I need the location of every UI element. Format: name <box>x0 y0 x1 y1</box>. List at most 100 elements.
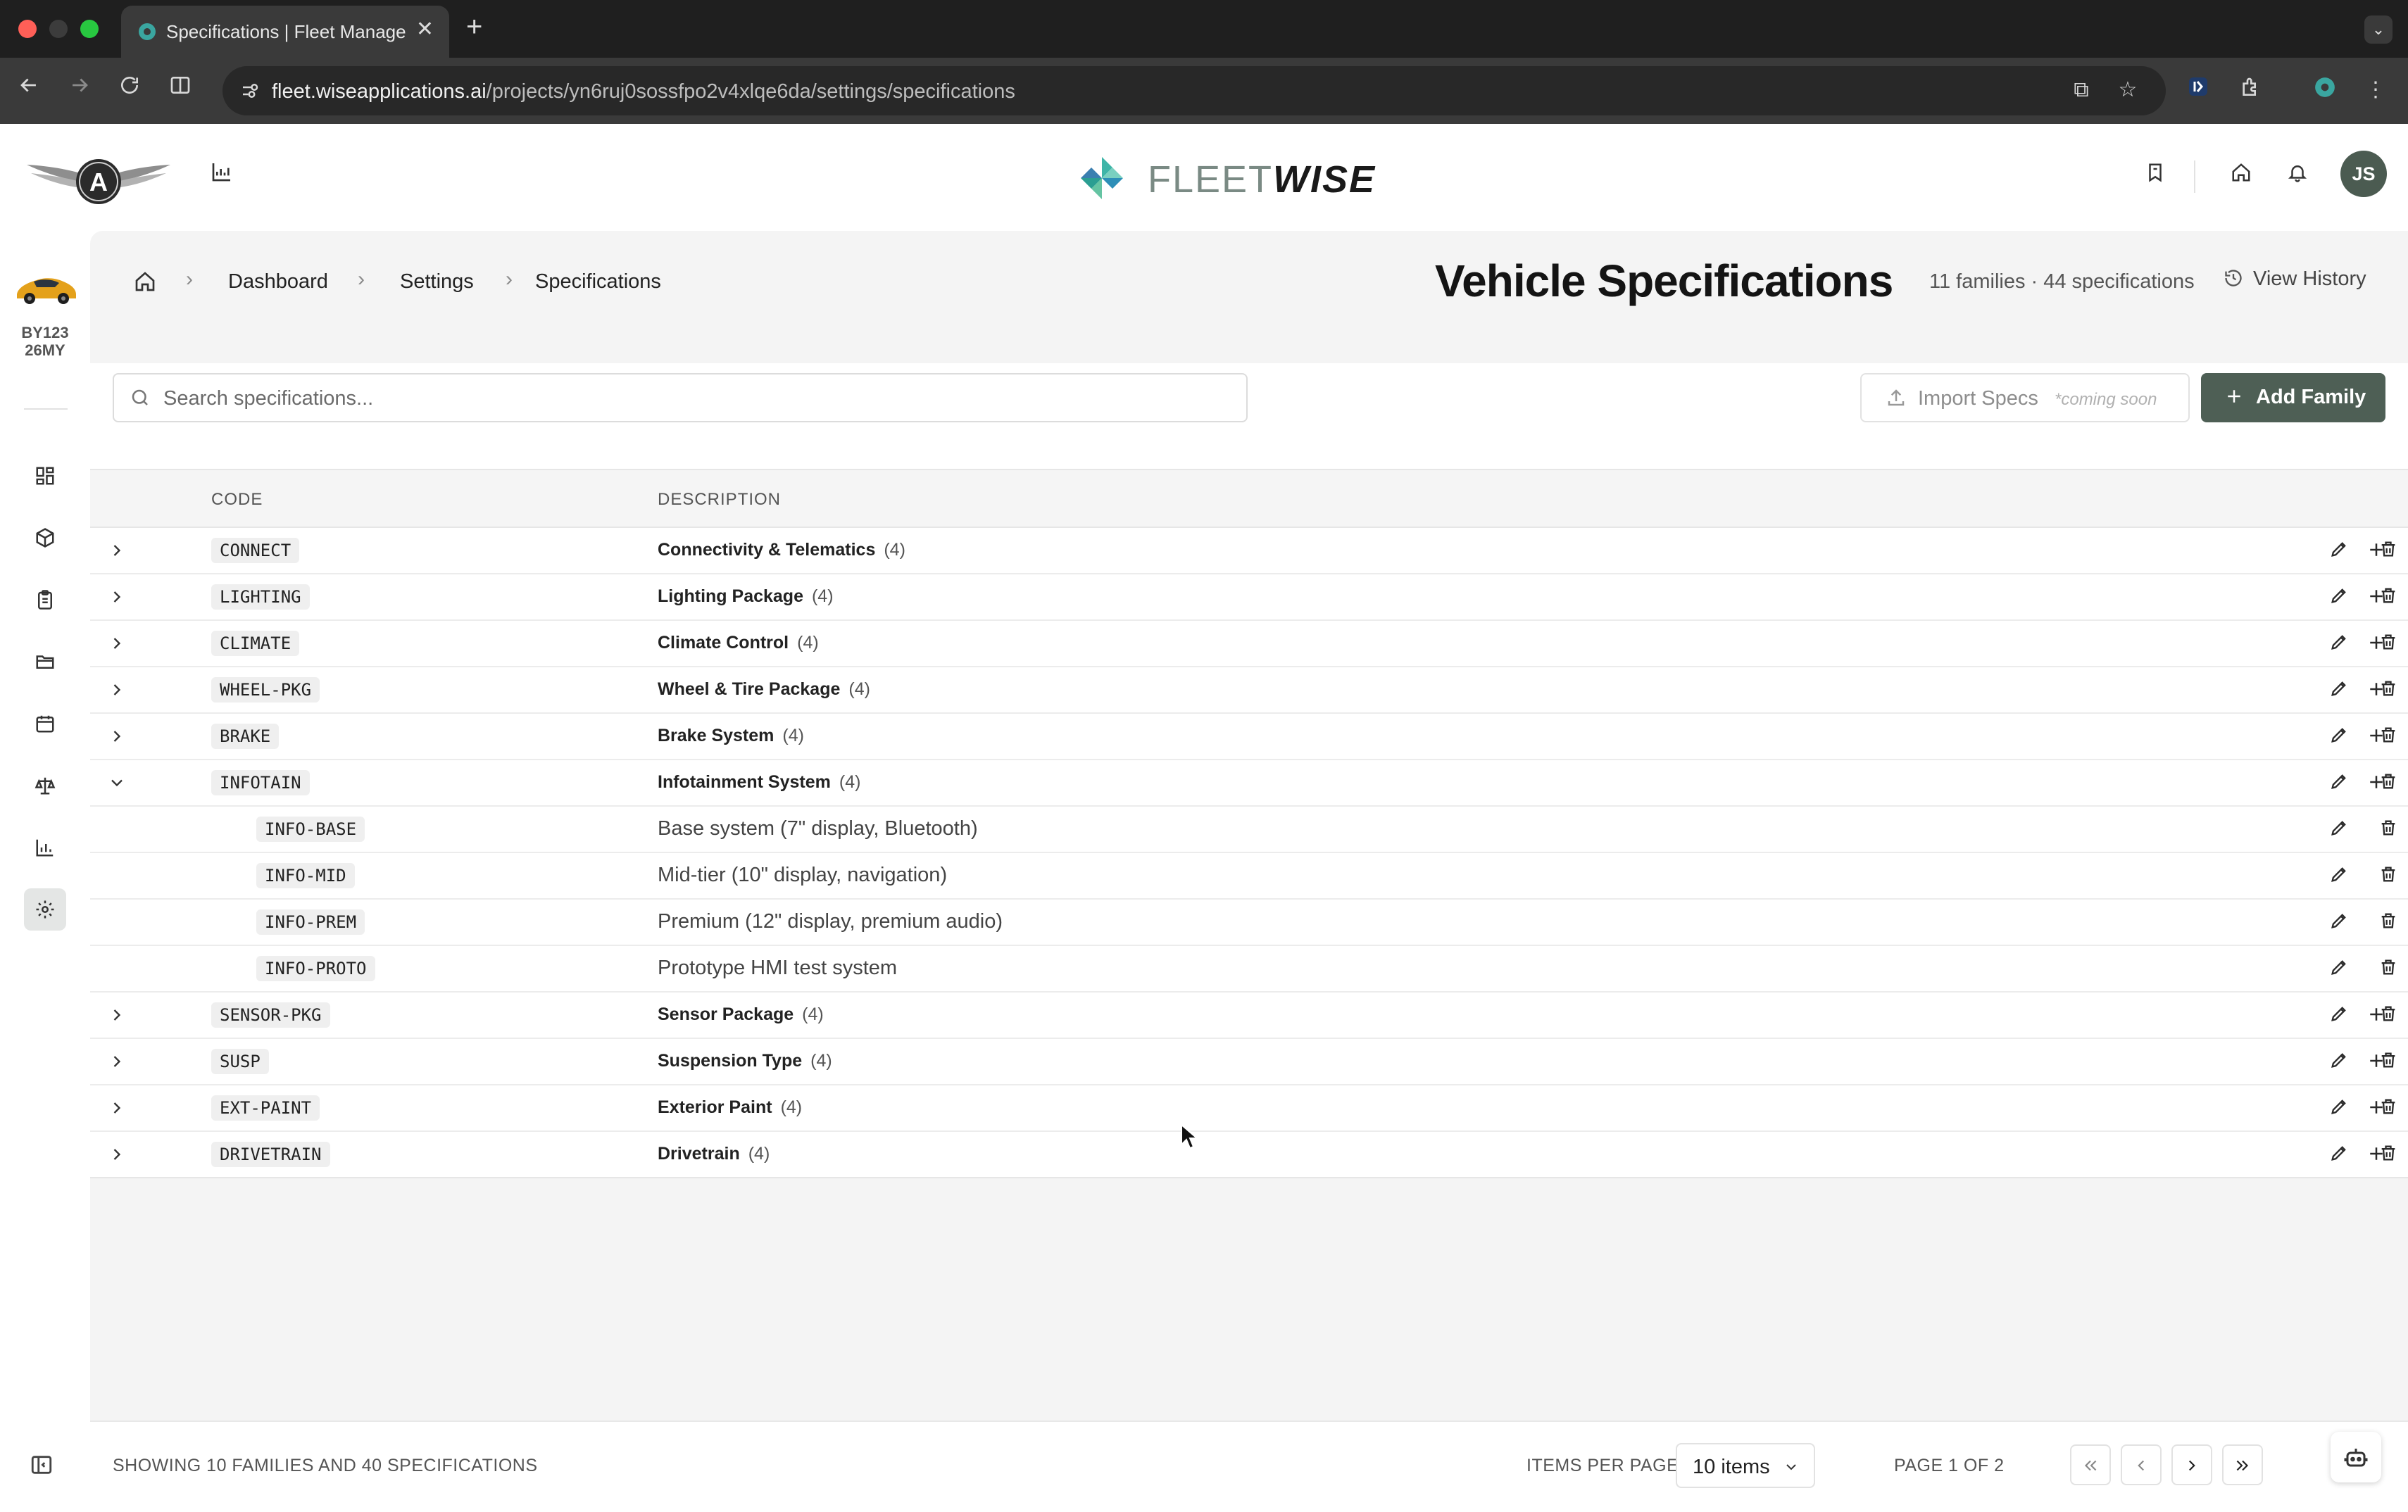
edit-icon[interactable] <box>2329 818 2353 842</box>
profile-icon[interactable] <box>2311 76 2339 104</box>
home-icon[interactable] <box>2224 159 2259 194</box>
family-row[interactable]: EXT-PAINT Exterior Paint (4) <box>90 1085 2408 1132</box>
family-row[interactable]: CLIMATE Climate Control (4) <box>90 621 2408 667</box>
delete-icon[interactable] <box>2378 725 2402 749</box>
edit-icon[interactable] <box>2329 679 2353 703</box>
edit-icon[interactable] <box>2329 864 2353 888</box>
edit-icon[interactable] <box>2329 771 2353 795</box>
delete-icon[interactable] <box>2378 771 2402 795</box>
breadcrumb-settings[interactable]: Settings <box>400 270 474 294</box>
edit-icon[interactable] <box>2329 539 2353 563</box>
tab-search-icon[interactable]: ⌄ <box>2364 15 2393 44</box>
edit-icon[interactable] <box>2329 911 2353 935</box>
package-icon[interactable] <box>24 517 66 559</box>
sidebar-toggle-icon[interactable] <box>30 1453 54 1480</box>
delete-icon[interactable] <box>2378 818 2402 842</box>
edit-icon[interactable] <box>2329 1004 2353 1028</box>
delete-icon[interactable] <box>2378 911 2402 935</box>
page-info: PAGE 1 OF 2 <box>1894 1456 2005 1475</box>
folder-icon[interactable] <box>24 641 66 683</box>
edit-icon[interactable] <box>2329 1097 2353 1121</box>
delete-icon[interactable] <box>2378 1097 2402 1121</box>
chevron-right-icon[interactable] <box>107 1052 127 1071</box>
chevron-right-icon[interactable] <box>107 587 127 607</box>
family-row[interactable]: WHEEL-PKG Wheel & Tire Package (4) <box>90 667 2408 714</box>
wings-logo-icon[interactable]: A <box>24 152 173 208</box>
delete-icon[interactable] <box>2378 1050 2402 1074</box>
tab-close-icon[interactable]: ✕ <box>416 17 434 42</box>
family-row[interactable]: INFOTAIN Infotainment System (4) <box>90 760 2408 807</box>
edit-icon[interactable] <box>2329 586 2353 610</box>
bell-icon[interactable] <box>2280 159 2315 194</box>
add-family-button[interactable]: Add Family <box>2201 373 2385 422</box>
breadcrumb-dashboard[interactable]: Dashboard <box>228 270 328 294</box>
search-input[interactable]: Search specifications... <box>113 373 1248 422</box>
vehicle-thumbnail[interactable] <box>13 270 79 305</box>
browser-menu-icon[interactable]: ⋮ <box>2362 76 2390 104</box>
calendar-icon[interactable] <box>24 703 66 745</box>
delete-icon[interactable] <box>2378 1004 2402 1028</box>
column-header-code[interactable]: CODE <box>211 490 263 510</box>
avatar[interactable]: JS <box>2340 151 2387 197</box>
chevron-right-icon[interactable] <box>107 726 127 746</box>
chevron-right-icon[interactable] <box>107 1098 127 1118</box>
window-minimize-button[interactable] <box>49 20 68 38</box>
edit-icon[interactable] <box>2329 957 2353 981</box>
clipboard-icon[interactable] <box>24 579 66 621</box>
delete-icon[interactable] <box>2378 864 2402 888</box>
chevron-right-icon[interactable] <box>107 634 127 653</box>
family-row[interactable]: LIGHTING Lighting Package (4) <box>90 574 2408 621</box>
browser-tab-active[interactable]: Specifications | Fleet Management ✕ <box>121 6 449 58</box>
delete-icon[interactable] <box>2378 679 2402 703</box>
family-row[interactable]: DRIVETRAIN Drivetrain (4) <box>90 1132 2408 1177</box>
delete-icon[interactable] <box>2378 539 2402 563</box>
install-app-icon[interactable]: ⧉ <box>2067 76 2095 104</box>
site-info-icon[interactable] <box>239 80 261 105</box>
first-page-button[interactable] <box>2070 1444 2111 1485</box>
items-per-page-select[interactable]: 10 items <box>1676 1443 1815 1488</box>
previous-page-button[interactable] <box>2121 1444 2162 1485</box>
next-page-button[interactable] <box>2171 1444 2212 1485</box>
family-row[interactable]: BRAKE Brake System (4) <box>90 714 2408 760</box>
chevron-down-icon[interactable] <box>107 773 127 793</box>
view-history-button[interactable]: View History <box>2224 267 2366 291</box>
scales-icon[interactable] <box>24 764 66 807</box>
address-bar[interactable]: fleet.wiseapplications.ai/projects/yn6ru… <box>222 66 2166 115</box>
bookmark-icon[interactable] <box>2138 159 2173 194</box>
delete-icon[interactable] <box>2378 586 2402 610</box>
extension-a-icon[interactable] <box>2184 76 2212 104</box>
reader-mode-icon[interactable] <box>169 73 192 103</box>
delete-icon[interactable] <box>2378 1143 2402 1167</box>
chevron-right-icon[interactable] <box>107 680 127 700</box>
edit-icon[interactable] <box>2329 1050 2353 1074</box>
back-icon[interactable] <box>17 73 41 103</box>
extensions-puzzle-icon[interactable] <box>2236 76 2264 104</box>
delete-icon[interactable] <box>2378 632 2402 656</box>
assistant-bot-button[interactable] <box>2331 1432 2381 1482</box>
reload-icon[interactable] <box>118 73 141 103</box>
bookmark-star-icon[interactable]: ☆ <box>2114 76 2142 104</box>
import-specs-button[interactable]: Import Specs *coming soon <box>1860 373 2190 422</box>
chart-icon[interactable] <box>204 159 239 194</box>
bar-chart-icon[interactable] <box>24 826 66 869</box>
new-tab-icon[interactable]: + <box>466 11 482 43</box>
delete-icon[interactable] <box>2378 957 2402 981</box>
window-close-button[interactable] <box>18 20 37 38</box>
family-row[interactable]: SUSP Suspension Type (4) <box>90 1039 2408 1085</box>
family-row[interactable]: SENSOR-PKG Sensor Package (4) <box>90 993 2408 1039</box>
settings-icon[interactable] <box>24 888 66 931</box>
edit-icon[interactable] <box>2329 632 2353 656</box>
family-name: Lighting Package <box>658 586 803 606</box>
window-maximize-button[interactable] <box>80 20 99 38</box>
edit-icon[interactable] <box>2329 725 2353 749</box>
last-page-button[interactable] <box>2222 1444 2263 1485</box>
forward-icon[interactable] <box>68 73 92 103</box>
dashboard-icon[interactable] <box>24 455 66 497</box>
family-row[interactable]: CONNECT Connectivity & Telematics (4) <box>90 528 2408 574</box>
chevron-right-icon[interactable] <box>107 1005 127 1025</box>
breadcrumb-home-icon[interactable] <box>134 270 156 296</box>
chevron-right-icon[interactable] <box>107 1145 127 1164</box>
column-header-description[interactable]: DESCRIPTION <box>658 490 781 510</box>
chevron-right-icon[interactable] <box>107 541 127 560</box>
edit-icon[interactable] <box>2329 1143 2353 1167</box>
